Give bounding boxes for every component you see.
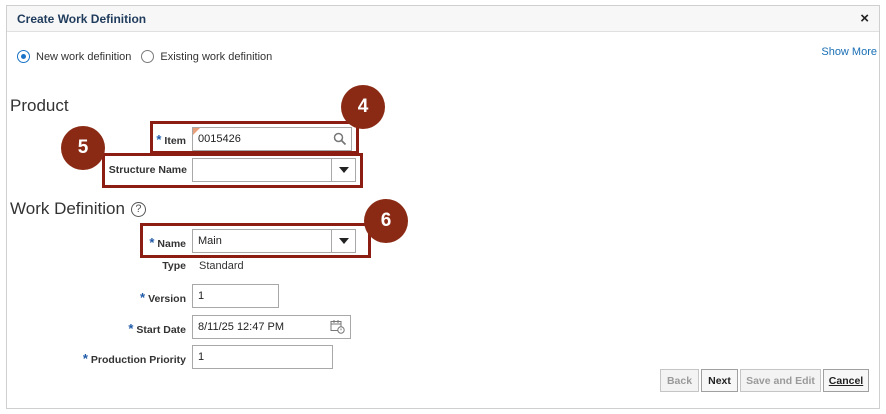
show-more-link[interactable]: Show More: [821, 46, 877, 58]
production-priority-input[interactable]: 1: [192, 345, 333, 369]
radio-new-work-definition[interactable]: [17, 50, 30, 63]
step-badge-5: 5: [61, 126, 105, 170]
type-label: Type: [162, 260, 186, 272]
production-priority-label: * Production Priority: [82, 351, 186, 366]
product-heading: Product: [10, 96, 69, 115]
save-and-edit-button[interactable]: Save and Edit: [740, 369, 821, 392]
start-date-value: 8/11/25 12:47 PM: [198, 321, 285, 333]
close-icon[interactable]: ×: [860, 10, 869, 27]
work-definition-heading: Work Definition?: [10, 199, 146, 219]
start-date-input[interactable]: 8/11/25 12:47 PM: [192, 315, 351, 339]
highlight-structure-name: [102, 153, 363, 188]
cancel-button[interactable]: Cancel: [823, 369, 869, 392]
radio-label-existing: Existing work definition: [160, 50, 273, 63]
type-value: Standard: [199, 260, 244, 272]
calendar-icon[interactable]: [330, 319, 345, 337]
step-badge-4: 4: [341, 85, 385, 129]
version-input[interactable]: 1: [192, 284, 279, 308]
next-button[interactable]: Next: [701, 369, 738, 392]
version-label: * Version: [140, 290, 186, 305]
highlight-name: [140, 223, 371, 258]
required-marker: *: [82, 351, 88, 366]
required-marker: *: [128, 321, 134, 336]
help-icon[interactable]: ?: [130, 202, 146, 217]
back-button[interactable]: Back: [660, 369, 699, 392]
required-marker: *: [140, 290, 146, 305]
mode-radio-group: New work definition Existing work defini…: [17, 50, 272, 63]
step-badge-6: 6: [364, 199, 408, 243]
dialog-titlebar: Create Work Definition ×: [7, 6, 879, 32]
radio-existing-work-definition[interactable]: [141, 50, 155, 63]
start-date-label: * Start Date: [128, 321, 186, 336]
radio-label-new: New work definition: [36, 50, 132, 63]
highlight-item: [150, 121, 359, 154]
dialog-title: Create Work Definition: [17, 12, 147, 26]
